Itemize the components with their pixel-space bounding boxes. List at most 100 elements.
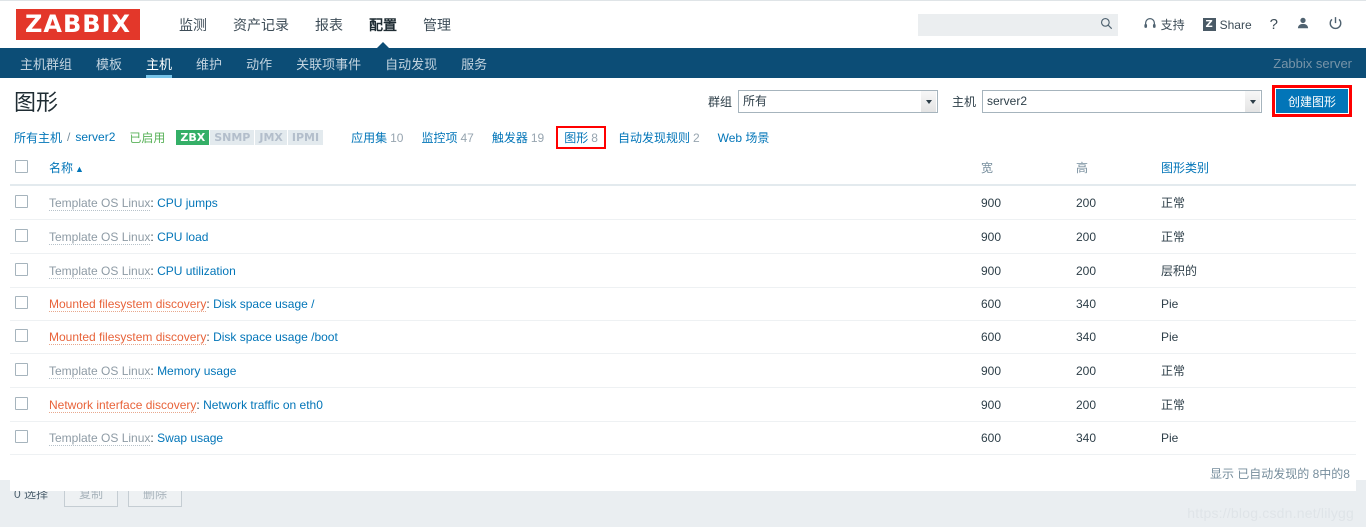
search-input[interactable] <box>926 16 1100 33</box>
column-header-name[interactable]: 名称 ▲ <box>44 150 976 186</box>
graph-name-link[interactable]: Memory usage <box>157 364 236 378</box>
interface-badge-snmp[interactable]: SNMP <box>210 129 256 145</box>
row-checkbox[interactable] <box>15 228 28 242</box>
template-link[interactable]: Template OS Linux <box>49 363 151 379</box>
user-profile-link[interactable] <box>1287 10 1319 40</box>
subnav-item-hosts[interactable]: 主机 <box>134 48 184 78</box>
graph-type-cell: 正常 <box>1156 353 1356 388</box>
objtab-graphs-label[interactable]: 图形 <box>564 131 588 145</box>
menu-item-administration[interactable]: 管理 <box>410 1 464 49</box>
template-link[interactable]: Template OS Linux <box>49 195 151 211</box>
menu-item-monitoring[interactable]: 监测 <box>166 1 220 49</box>
column-header-width: 宽 <box>976 150 1071 186</box>
server-name-label: Zabbix server <box>1273 55 1352 71</box>
share-link[interactable]: Z Share <box>1194 10 1261 40</box>
graph-name-link[interactable]: Disk space usage /boot <box>213 330 338 344</box>
support-link[interactable]: 支持 <box>1134 10 1194 40</box>
host-select[interactable]: server2 <box>981 89 1262 113</box>
objtab-web-scenarios[interactable]: Web 场景 <box>709 127 779 148</box>
objtab-items-label[interactable]: 监控项 <box>421 131 457 145</box>
discovery-rule-link[interactable]: Mounted filesystem discovery <box>49 297 207 312</box>
graph-name-link[interactable]: CPU utilization <box>157 264 236 278</box>
row-checkbox[interactable] <box>15 396 28 410</box>
discovery-rule-link[interactable]: Network interface discovery <box>49 397 197 413</box>
interface-badge-ipmi[interactable]: IPMI <box>287 129 325 145</box>
subnav-item-maintenance[interactable]: 维护 <box>184 48 234 78</box>
signout-link[interactable] <box>1319 10 1352 40</box>
group-select-wrapper[interactable]: 所有 <box>737 89 938 113</box>
graph-width-cell: 600 <box>976 320 1071 354</box>
template-link[interactable]: Template OS Linux <box>49 229 151 245</box>
graph-height-cell: 340 <box>1071 287 1156 321</box>
select-all-checkbox[interactable] <box>15 159 28 173</box>
help-link[interactable]: ? <box>1261 10 1287 40</box>
menu-item-reports[interactable]: 报表 <box>302 1 356 49</box>
graph-type-cell: 正常 <box>1156 219 1356 254</box>
subnav-item-hostgroups[interactable]: 主机群组 <box>8 48 84 78</box>
graph-height-cell: 200 <box>1071 219 1156 254</box>
graph-name-cell: Network interface discovery: Network tra… <box>44 387 976 422</box>
graph-name-link[interactable]: CPU load <box>157 230 208 244</box>
user-icon <box>1296 16 1310 33</box>
graph-name-cell: Template OS Linux: CPU load <box>44 219 976 254</box>
menu-item-configuration[interactable]: 配置 <box>356 1 410 49</box>
question-mark-icon: ? <box>1269 16 1278 33</box>
objtab-web-scenarios-label[interactable]: Web 场景 <box>718 131 770 145</box>
row-checkbox[interactable] <box>15 430 28 443</box>
support-label: 支持 <box>1160 18 1185 32</box>
graph-height-cell: 200 <box>1071 353 1156 388</box>
objtab-graphs[interactable]: 图形 8 <box>556 125 606 149</box>
row-checkbox[interactable] <box>15 262 28 276</box>
template-link[interactable]: Template OS Linux <box>49 263 151 279</box>
group-select[interactable]: 所有 <box>737 89 938 113</box>
row-checkbox[interactable] <box>15 329 28 342</box>
create-graph-button[interactable]: 创建图形 <box>1271 85 1353 117</box>
objtab-items[interactable]: 监控项 47 <box>412 127 482 148</box>
interface-badge-jmx[interactable]: JMX <box>255 129 288 145</box>
table-bottom-spacer: 显示 已自动发现的 8中的8 <box>10 455 1356 491</box>
table-row: Network interface discovery: Network tra… <box>10 387 1356 422</box>
breadcrumb-all-hosts[interactable]: 所有主机 <box>14 129 62 146</box>
objtab-discovery-rules-count: 2 <box>692 130 700 145</box>
graph-width-cell: 900 <box>976 253 1071 288</box>
subnav-item-discovery[interactable]: 自动发现 <box>373 48 449 78</box>
graphs-table: 名称 ▲ 宽 高 图形类别 Template OS Linux: CPU jump… <box>10 150 1356 455</box>
objtab-discovery-rules-label[interactable]: 自动发现规则 <box>618 131 690 145</box>
row-checkbox[interactable] <box>15 194 28 208</box>
discovery-rule-link[interactable]: Mounted filesystem discovery <box>49 330 207 345</box>
row-checkbox[interactable] <box>15 296 28 309</box>
objtab-discovery-rules[interactable]: 自动发现规则 2 <box>609 127 709 148</box>
menu-item-inventory[interactable]: 资产记录 <box>220 1 302 49</box>
graph-height-cell: 340 <box>1071 320 1156 354</box>
search-box[interactable] <box>917 13 1118 36</box>
graph-name-link[interactable]: Disk space usage / <box>213 297 314 311</box>
graph-type-cell: Pie <box>1156 421 1356 455</box>
table-row: Template OS Linux: Memory usage 900 200 正常 <box>10 353 1356 388</box>
subnav-item-actions[interactable]: 动作 <box>234 48 284 78</box>
objtab-applications[interactable]: 应用集 10 <box>342 127 412 148</box>
interface-badge-zbx[interactable]: ZBX <box>176 129 211 145</box>
row-checkbox[interactable] <box>15 362 28 376</box>
objtab-applications-label[interactable]: 应用集 <box>351 131 387 145</box>
zabbix-logo[interactable]: ZABBIX <box>16 9 140 40</box>
subnav-item-templates[interactable]: 模板 <box>84 48 134 78</box>
row-select-cell <box>10 387 44 422</box>
graph-name-link[interactable]: CPU jumps <box>157 196 218 210</box>
row-select-cell <box>10 320 44 354</box>
column-header-graph-type[interactable]: 图形类别 <box>1156 150 1356 186</box>
objtab-triggers[interactable]: 触发器 19 <box>483 127 553 148</box>
search-icon[interactable] <box>1100 17 1113 33</box>
breadcrumb-host[interactable]: server2 <box>75 130 115 144</box>
page-title: 图形 <box>14 90 59 115</box>
graph-type-cell: 层积的 <box>1156 253 1356 288</box>
graph-height-cell: 340 <box>1071 421 1156 455</box>
graph-height-cell: 200 <box>1071 253 1156 288</box>
template-link[interactable]: Template OS Linux <box>49 431 151 446</box>
graph-name-link[interactable]: Swap usage <box>157 431 223 445</box>
host-select-wrapper[interactable]: server2 <box>981 89 1262 113</box>
graph-name-cell: Template OS Linux: Swap usage <box>44 421 976 455</box>
graph-name-link[interactable]: Network traffic on eth0 <box>203 398 323 412</box>
subnav-item-correlation[interactable]: 关联项事件 <box>284 48 373 78</box>
objtab-triggers-label[interactable]: 触发器 <box>492 131 528 145</box>
subnav-item-services[interactable]: 服务 <box>449 48 499 78</box>
